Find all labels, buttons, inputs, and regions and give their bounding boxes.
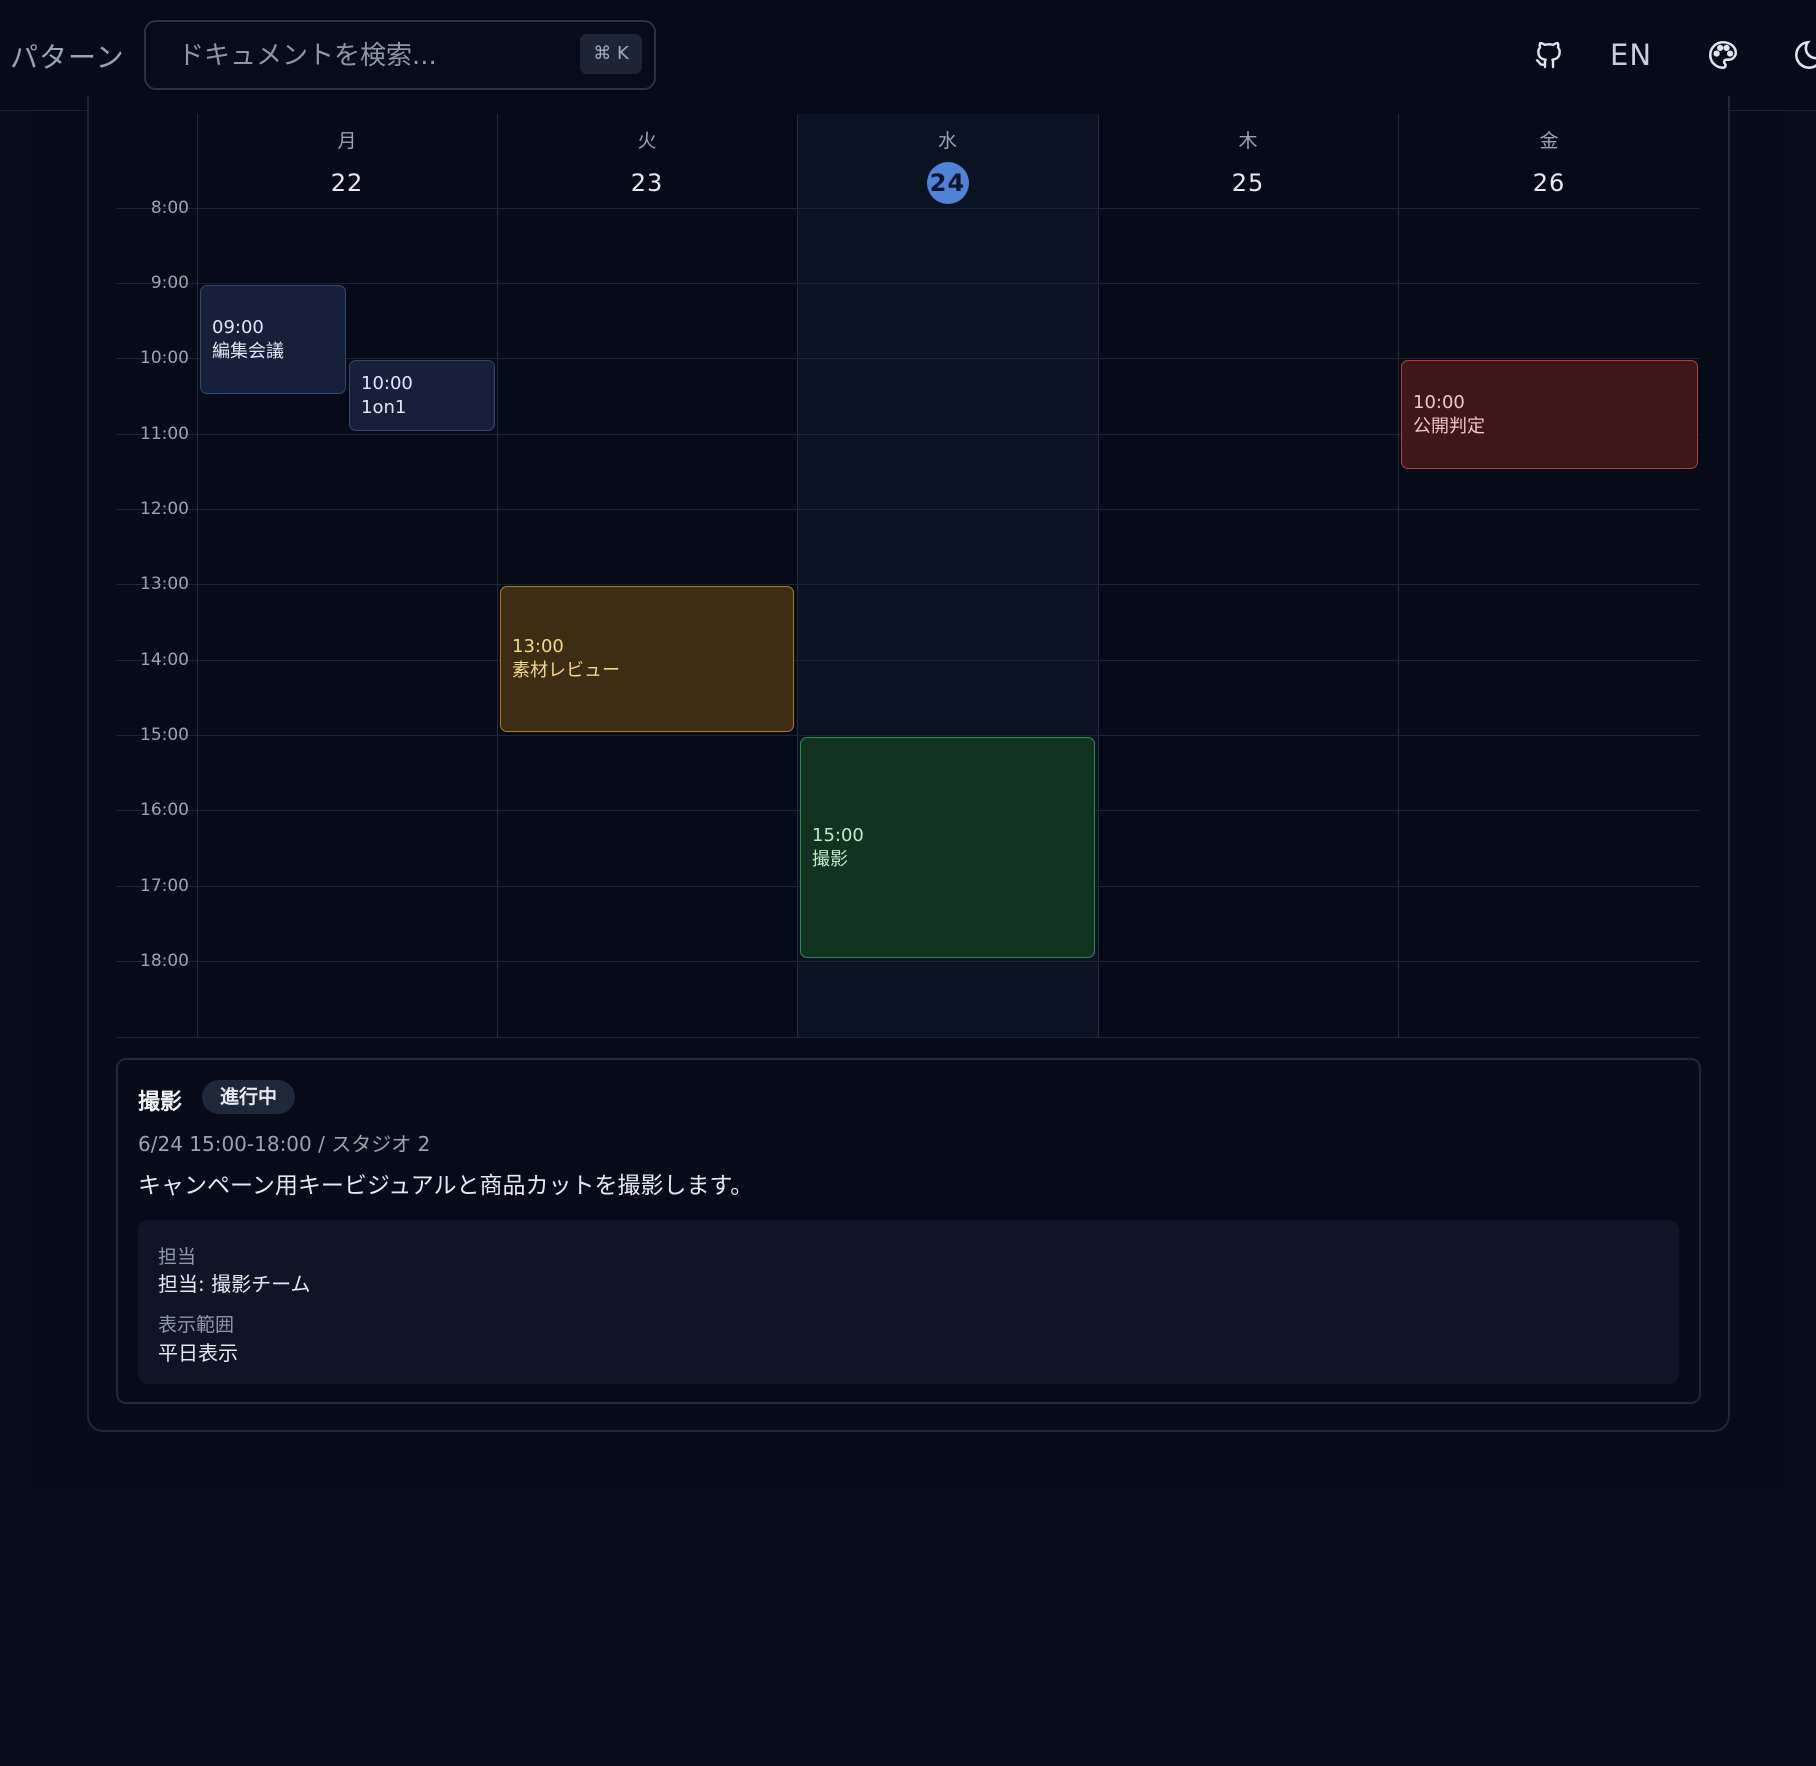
detail-description: キャンペーン用キービジュアルと商品カットを撮影します。 <box>138 1173 754 1199</box>
day-header-mon[interactable]: 月 22 <box>197 114 497 208</box>
search-input[interactable] <box>146 22 580 90</box>
event-title: 1on1 <box>361 396 407 418</box>
day-of-week: 金 <box>1539 130 1559 152</box>
search-shortcut: ⌘ K <box>580 34 642 74</box>
day-number: 25 <box>1231 169 1265 197</box>
time-label: 18:00 <box>140 951 189 971</box>
grid-line <box>116 208 1700 209</box>
grid-line <box>116 660 1700 661</box>
event-title: 素材レビュー <box>512 660 620 681</box>
day-number: 22 <box>330 169 364 197</box>
event-title: 公開判定 <box>1413 415 1485 437</box>
search-box[interactable]: ⌘ K <box>144 20 656 90</box>
grid-line <box>197 114 198 1038</box>
event-time: 15:00 <box>812 824 864 846</box>
event-publish-decision[interactable]: 10:00 公開判定 <box>1401 360 1698 469</box>
event-title: 撮影 <box>812 848 848 870</box>
day-header-tue[interactable]: 火 23 <box>497 114 797 208</box>
time-label: 17:00 <box>140 876 189 896</box>
detail-title: 撮影 <box>138 1090 183 1115</box>
grid-line <box>1398 114 1399 1038</box>
detail-fields: 担当 担当: 撮影チーム 表示範囲 平日表示 <box>138 1220 1679 1384</box>
today-day-number: 24 <box>926 162 969 204</box>
day-of-week: 火 <box>637 130 657 152</box>
event-material-review[interactable]: 13:00 素材レビュー <box>500 586 794 732</box>
time-label: 14:00 <box>140 650 189 670</box>
day-number: 26 <box>1532 169 1566 197</box>
week-calendar: 月 22 火 23 水 24 木 25 金 26 8:00 9:00 10:00… <box>116 114 1700 1038</box>
grid-line <box>116 584 1700 585</box>
time-label: 13:00 <box>140 574 189 594</box>
github-icon[interactable] <box>1526 32 1572 78</box>
day-of-week: 水 <box>937 130 957 152</box>
event-time: 13:00 <box>512 636 564 657</box>
event-1on1[interactable]: 10:00 1on1 <box>349 360 495 431</box>
brand-label[interactable]: パターン <box>10 36 125 76</box>
field-label-assignee: 担当 <box>158 1246 197 1268</box>
top-bar: パターン ⌘ K EN <box>0 0 1816 111</box>
grid-line <box>497 114 498 1038</box>
event-time: 09:00 <box>212 316 264 338</box>
grid-line <box>116 735 1700 736</box>
time-label: 12:00 <box>140 499 189 519</box>
day-number: 23 <box>630 169 664 197</box>
time-label: 9:00 <box>150 273 189 293</box>
time-label: 10:00 <box>140 348 189 368</box>
event-time: 10:00 <box>361 372 413 394</box>
field-value-assignee: 担当: 撮影チーム <box>158 1272 311 1296</box>
field-value-range: 平日表示 <box>158 1341 238 1365</box>
grid-line <box>116 509 1700 510</box>
event-detail-panel: 撮影 進行中 6/24 15:00-18:00 / スタジオ 2 キャンペーン用… <box>116 1058 1701 1404</box>
event-time: 10:00 <box>1413 391 1465 413</box>
grid-line <box>116 358 1700 359</box>
field-label-range: 表示範囲 <box>158 1314 235 1336</box>
event-editorial-meeting[interactable]: 09:00 編集会議 <box>200 285 346 394</box>
moon-icon[interactable] <box>1786 32 1816 78</box>
grid-line <box>1098 114 1099 1038</box>
grid-line <box>797 114 798 1038</box>
day-header-fri[interactable]: 金 26 <box>1398 114 1700 208</box>
grid-line <box>116 283 1700 284</box>
grid-line <box>116 961 1700 962</box>
day-header-thu[interactable]: 木 25 <box>1098 114 1398 208</box>
time-label: 15:00 <box>140 725 189 745</box>
day-header-wed[interactable]: 水 24 <box>797 114 1098 208</box>
detail-meta: 6/24 15:00-18:00 / スタジオ 2 <box>138 1132 431 1156</box>
language-toggle[interactable]: EN <box>1610 38 1652 72</box>
palette-icon[interactable] <box>1700 32 1746 78</box>
grid-line <box>116 1037 1700 1038</box>
event-title: 編集会議 <box>212 340 284 362</box>
time-label: 16:00 <box>140 800 189 820</box>
time-label: 8:00 <box>150 198 189 218</box>
event-photo-shoot[interactable]: 15:00 撮影 <box>800 737 1095 958</box>
time-label: 11:00 <box>140 424 189 444</box>
day-of-week: 月 <box>337 130 357 152</box>
status-badge: 進行中 <box>202 1080 296 1114</box>
day-of-week: 木 <box>1238 130 1258 152</box>
